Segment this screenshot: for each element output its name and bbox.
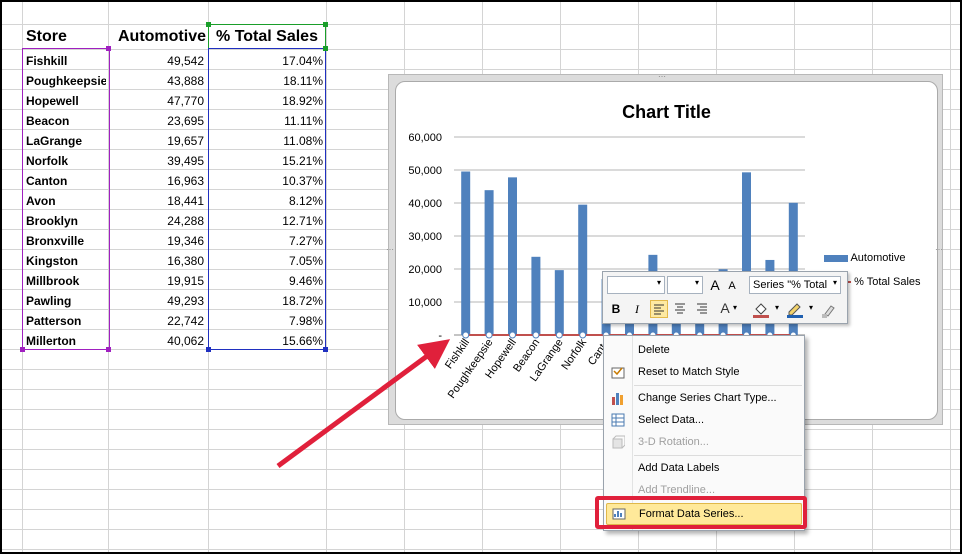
arrow-line [276,339,451,469]
annotation-arrow [276,339,451,469]
excel-window: Store Automotive % Total Sales Fishkill 4… [0,0,962,554]
